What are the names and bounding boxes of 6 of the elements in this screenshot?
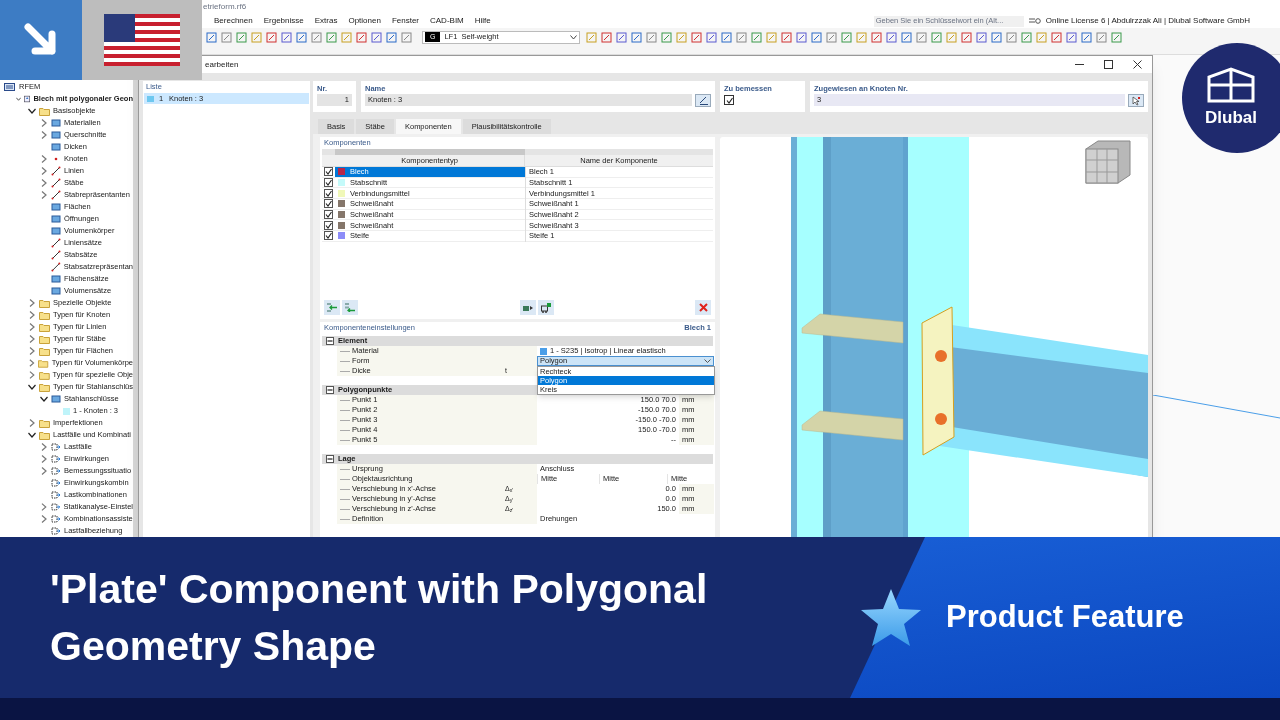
banner-tag: Product Feature bbox=[946, 594, 1184, 641]
logo-text: Dlubal bbox=[1205, 107, 1257, 129]
window-title: etrieform.rf6 bbox=[203, 1, 247, 13]
dialog-title: earbeiten bbox=[205, 58, 239, 71]
banner-title: 'Plate' Component with Polygonal Geometry Shape bbox=[50, 564, 709, 671]
license-info: Online License 6 | Abdulrzzak Ali | Dlubal Software GmbH bbox=[1045, 15, 1250, 27]
